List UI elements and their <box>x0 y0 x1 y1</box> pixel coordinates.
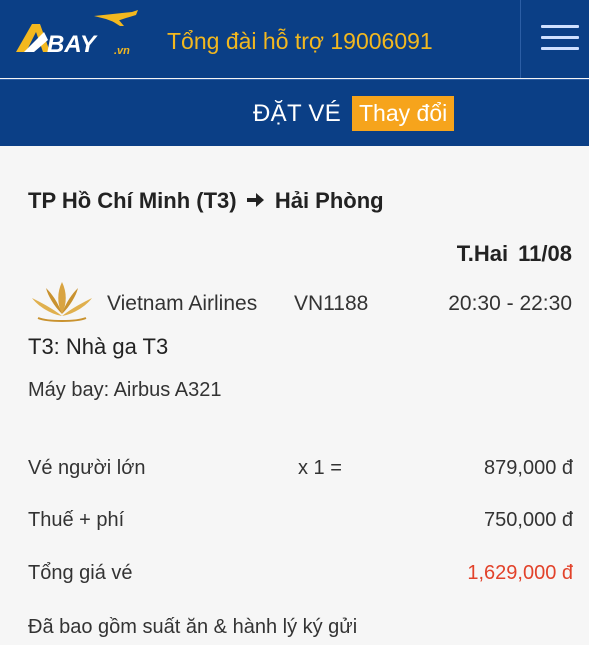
flight-date: T.Hai 11/08 <box>457 241 572 267</box>
flight-day: 11/08 <box>518 241 572 266</box>
destination-city: Hải Phòng <box>274 188 384 213</box>
adult-fare-label: Vé người lớn <box>28 457 146 479</box>
route-title: TP Hồ Chí Minh (T3) Hải Phòng <box>28 188 384 214</box>
adult-fare-row: Vé người lớn x 1 = 879,000 đ <box>28 457 573 487</box>
logo-text: BAY <box>47 31 98 58</box>
hotline-text[interactable]: Tổng đài hỗ trợ 19006091 <box>167 28 433 55</box>
tax-fee-price: 750,000 đ <box>484 509 573 531</box>
booking-title: ĐẶT VÉ <box>253 100 342 127</box>
airline-name: Vietnam Airlines <box>107 292 258 315</box>
included-services-note: Đã bao gồm suất ăn & hành lý ký gửi <box>28 616 358 638</box>
header-divider <box>520 0 521 78</box>
flight-number: VN1188 <box>294 292 369 315</box>
lotus-icon <box>26 278 98 324</box>
total-fare-row: Tổng giá vé 1,629,000 đ <box>28 562 573 592</box>
flight-summary: TP Hồ Chí Minh (T3) Hải Phòng T.Hai 11/08… <box>0 146 589 645</box>
abay-logo[interactable]: BAY .vn <box>14 10 142 62</box>
hotline-label: Tổng đài hỗ trợ 19006091 <box>167 28 433 54</box>
adult-multiplier: x 1 = <box>298 457 342 479</box>
booking-subheader: ĐẶT VÉ Thay đổi <box>0 79 589 146</box>
flight-time: 20:30 - 22:30 <box>448 292 572 315</box>
tax-fee-label: Thuế + phí <box>28 509 125 531</box>
top-header: BAY .vn Tổng đài hỗ trợ 19006091 <box>0 0 589 78</box>
tax-fee-row: Thuế + phí 750,000 đ <box>28 509 573 539</box>
total-fare-label: Tổng giá vé <box>28 562 133 584</box>
logo-suffix: .vn <box>114 45 130 57</box>
terminal-info: T3: Nhà ga T3 <box>28 334 169 359</box>
origin-city: TP Hồ Chí Minh (T3) <box>28 188 237 213</box>
adult-fare-price: 879,000 đ <box>484 457 573 479</box>
aircraft-info: Máy bay: Airbus A321 <box>28 379 222 401</box>
arrow-right-icon <box>246 188 265 214</box>
hamburger-menu-icon[interactable] <box>532 16 579 62</box>
flight-weekday: T.Hai <box>456 241 509 266</box>
abay-logo-icon: BAY .vn <box>16 10 138 58</box>
total-fare-price: 1,629,000 đ <box>467 562 573 584</box>
change-button[interactable]: Thay đổi <box>352 96 455 131</box>
